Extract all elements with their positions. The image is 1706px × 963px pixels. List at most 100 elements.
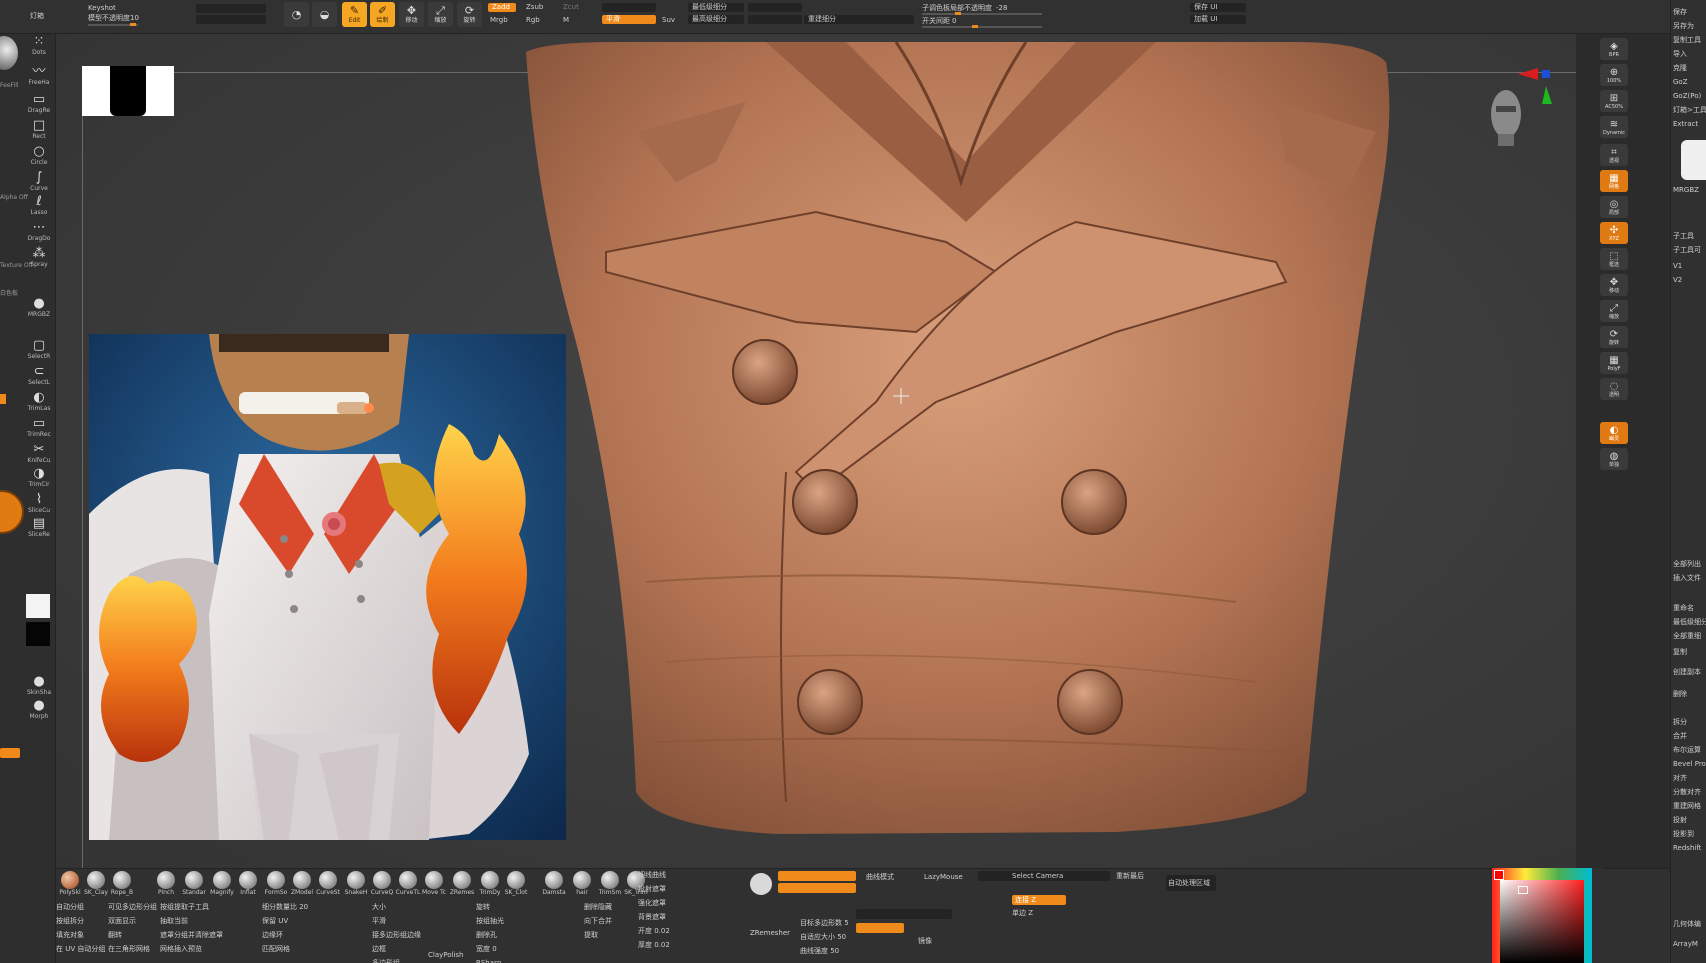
main-color-swatch[interactable] (26, 594, 50, 618)
bottom-option[interactable]: 多边形组 (372, 959, 400, 963)
tool-rect[interactable]: □ Rect (24, 118, 54, 144)
tool-menu-item[interactable]: MRGBZ (1673, 186, 1699, 195)
view-frame-button[interactable]: ⬚ 框选 (1600, 248, 1628, 270)
tool-menu-item[interactable]: GoZ(Po) (1673, 92, 1701, 101)
lowest-subdiv-button[interactable]: 最低级细分 (692, 3, 727, 12)
tool-selectl[interactable]: ⊂ SelectL (24, 364, 54, 390)
orientation-gizmo[interactable] (1488, 64, 1568, 154)
claypolish-button[interactable]: ClayPolish (428, 951, 464, 960)
brush-curvest[interactable]: CurveSt (314, 871, 342, 899)
tool-menu-item[interactable]: 全部重细 (1673, 632, 1701, 641)
brush-magnify[interactable]: Magnify (208, 871, 236, 899)
view-dynamic-button[interactable]: ≋ Dynamic (1600, 116, 1628, 138)
open-angle-knob[interactable] (972, 25, 978, 28)
tool-morph[interactable]: ● Morph (24, 698, 54, 724)
bottom-option[interactable]: 强化遮罩 (638, 899, 666, 908)
tool-trimcir[interactable]: ◑ TrimCir (24, 466, 54, 492)
sculpt-model[interactable] (516, 42, 1446, 842)
subtool-opacity-knob[interactable] (955, 12, 961, 15)
brush-trimdy[interactable]: TrimDy (476, 871, 504, 899)
tool-dragdo[interactable]: ⋯ DragDo (24, 220, 54, 246)
bottom-option[interactable]: 在 UV 自动分组 (56, 945, 105, 954)
load-ui-button[interactable]: 加载 UI (1194, 15, 1217, 24)
tool-menu-item[interactable]: 几何体编 (1673, 920, 1701, 929)
bottom-option[interactable]: 在三角形网格 (108, 945, 150, 954)
highest-subdiv-button[interactable]: 最高级细分 (692, 15, 727, 24)
rotate-mode-button[interactable]: ⟳ 旋转 (457, 2, 482, 27)
brush-inflat[interactable]: Inflat (234, 871, 262, 899)
mrgb-button[interactable]: Mrgb (490, 16, 508, 25)
color-picker[interactable] (1492, 868, 1604, 963)
bottom-option[interactable]: 自动分组 (56, 903, 84, 912)
del-lower-chip[interactable] (748, 3, 802, 12)
on-off-toggle[interactable]: ◒ (312, 2, 337, 27)
color-swatch-icon[interactable] (0, 490, 24, 534)
zadd-button[interactable]: Zadd (488, 3, 516, 12)
bottom-option[interactable]: 向下合并 (584, 917, 612, 926)
zremesher-button[interactable]: ZRemesher (750, 929, 790, 938)
intensity-top-field[interactable] (602, 3, 656, 12)
view-persp-button[interactable]: ⌗ 透视 (1600, 144, 1628, 166)
tool-menu-item[interactable]: 另存为 (1673, 22, 1694, 31)
tool-selectr[interactable]: ▢ SelectR (24, 338, 54, 364)
bottom-option[interactable]: 保留 UV (262, 917, 288, 926)
bottom-option[interactable]: 旋转 (476, 903, 490, 912)
set-after-button[interactable]: 重新最后 (1116, 872, 1144, 881)
zremesher-orange[interactable] (856, 923, 904, 933)
tool-freeha[interactable]: 〰 FreeHa (24, 64, 54, 90)
saturation-value-field[interactable] (1500, 880, 1584, 963)
subtool-opacity-slider[interactable] (922, 13, 1042, 15)
smooth-button[interactable]: 平滑 (602, 15, 656, 24)
scale-mode-button[interactable]: ⤢ 缩放 (428, 2, 453, 27)
current-brush-icon[interactable] (0, 36, 18, 70)
tool-menu-item[interactable]: 重建网格 (1673, 802, 1701, 811)
bottom-option[interactable]: 厚度 0.02 (638, 941, 670, 950)
suv-button[interactable]: Suv (662, 16, 675, 25)
view-zoom-button[interactable]: ⊕ 100% (1600, 64, 1628, 86)
view-local-button[interactable]: ◎ 局部 (1600, 196, 1628, 218)
tool-dots[interactable]: ⁙ Dots (24, 34, 54, 60)
brush-snakeh[interactable]: SnakeH (342, 871, 370, 899)
tool-menu-item[interactable]: 最低级细分 (1673, 618, 1706, 627)
move-mode-button[interactable]: ✥ 移动 (399, 2, 424, 27)
brush-sk-clot[interactable]: SK_Clot (502, 871, 530, 899)
mirror-button[interactable]: 镜像 (918, 937, 932, 946)
focal-shift-field[interactable] (196, 4, 266, 13)
tool-menu-item[interactable]: 导入 (1673, 50, 1687, 59)
tool-menu-item[interactable]: 克隆 (1673, 64, 1687, 73)
edit-mode-button[interactable]: ✎ Edit (342, 2, 367, 27)
zremesher-icon[interactable] (750, 873, 772, 895)
tool-knifecu[interactable]: ✂ KnifeCu (24, 442, 54, 468)
bottom-option[interactable]: 网格插入预览 (160, 945, 202, 954)
brush-polyski[interactable]: PolySki (56, 871, 84, 899)
bottom-option[interactable]: 开度 0.02 (638, 927, 670, 936)
tool-trimrec[interactable]: ▭ TrimRec (24, 416, 54, 442)
tool-menu-item[interactable]: V1 (1673, 262, 1682, 271)
bottom-option[interactable]: 匹配网格 (262, 945, 290, 954)
del-higher-chip[interactable] (748, 15, 802, 24)
tool-menu-item[interactable]: 合并 (1673, 732, 1687, 741)
view-transp-button[interactable]: ◌ 透明 (1600, 378, 1628, 400)
view-ghost-button[interactable]: ◐ 幽灵 (1600, 422, 1628, 444)
rebuild-subdiv-button[interactable]: 重建细分 (808, 15, 836, 24)
m-button[interactable]: M (563, 16, 569, 25)
tool-menu-item[interactable]: 插入文件 (1673, 574, 1701, 583)
color-cursor-icon[interactable] (1518, 886, 1528, 894)
bottom-option[interactable]: 填充对象 (56, 931, 84, 940)
intensity-field[interactable] (196, 15, 266, 24)
tool-menu-item[interactable]: Extract (1673, 120, 1698, 129)
bottom-option[interactable]: 投射遮罩 (638, 885, 666, 894)
tool-curve[interactable]: ∫ Curve (24, 170, 54, 196)
bottom-option[interactable]: 宽度 0 (476, 945, 497, 954)
bottom-option[interactable]: 按组拆分 (56, 917, 84, 926)
lightbox-label[interactable]: 灯箱 (30, 12, 44, 21)
secondary-color-swatch[interactable] (26, 622, 50, 646)
tool-menu-item[interactable]: 复制工具 (1673, 36, 1701, 45)
model-opacity-knob[interactable] (130, 23, 136, 26)
tool-menu-item[interactable]: 复制 (1673, 648, 1687, 657)
select-camera-button[interactable]: Select Camera (1012, 872, 1063, 881)
bottom-option[interactable]: 边缘环 (262, 931, 283, 940)
brush-zmodel[interactable]: ZModel (288, 871, 316, 899)
left-active-chip[interactable] (0, 748, 20, 758)
tool-trimlas[interactable]: ◐ TrimLas (24, 390, 54, 416)
